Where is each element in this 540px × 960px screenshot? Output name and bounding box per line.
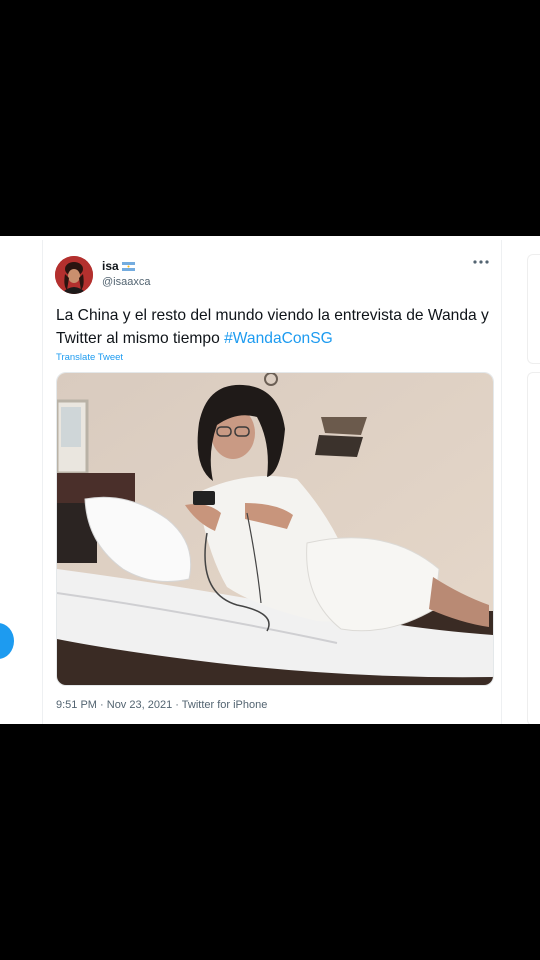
adjacent-card [527,254,540,364]
meta-separator: · [96,699,107,711]
adjacent-card [527,372,540,724]
tweet-photo[interactable] [56,372,494,686]
argentina-flag-icon [121,261,135,271]
user-handle[interactable]: @isaaxca [102,276,150,288]
translate-tweet-link[interactable]: Translate Tweet [56,352,123,363]
avatar-image [55,256,93,294]
meta-separator: · [172,699,182,711]
tweet-source: Twitter for iPhone [181,699,268,711]
tweet-card[interactable]: isa @isaaxca La China y el resto del mun… [42,240,502,724]
tweet-date[interactable]: Nov 23, 2021 [107,699,172,711]
screenshot-area: isa @isaaxca La China y el resto del mun… [0,236,540,724]
tweet-text: La China y el resto del mundo viendo la … [56,304,491,350]
more-horizontal-icon[interactable] [471,254,491,270]
compose-fab-button[interactable] [0,623,14,659]
hashtag-link[interactable]: #WandaConSG [224,330,333,347]
photo-image [57,373,493,685]
tweet-meta: 9:51 PM · Nov 23, 2021 · Twitter for iPh… [56,699,267,711]
display-name[interactable]: isa [102,259,119,273]
name-row: isa [102,259,135,273]
avatar[interactable] [55,256,93,294]
tweet-time[interactable]: 9:51 PM [56,699,97,711]
